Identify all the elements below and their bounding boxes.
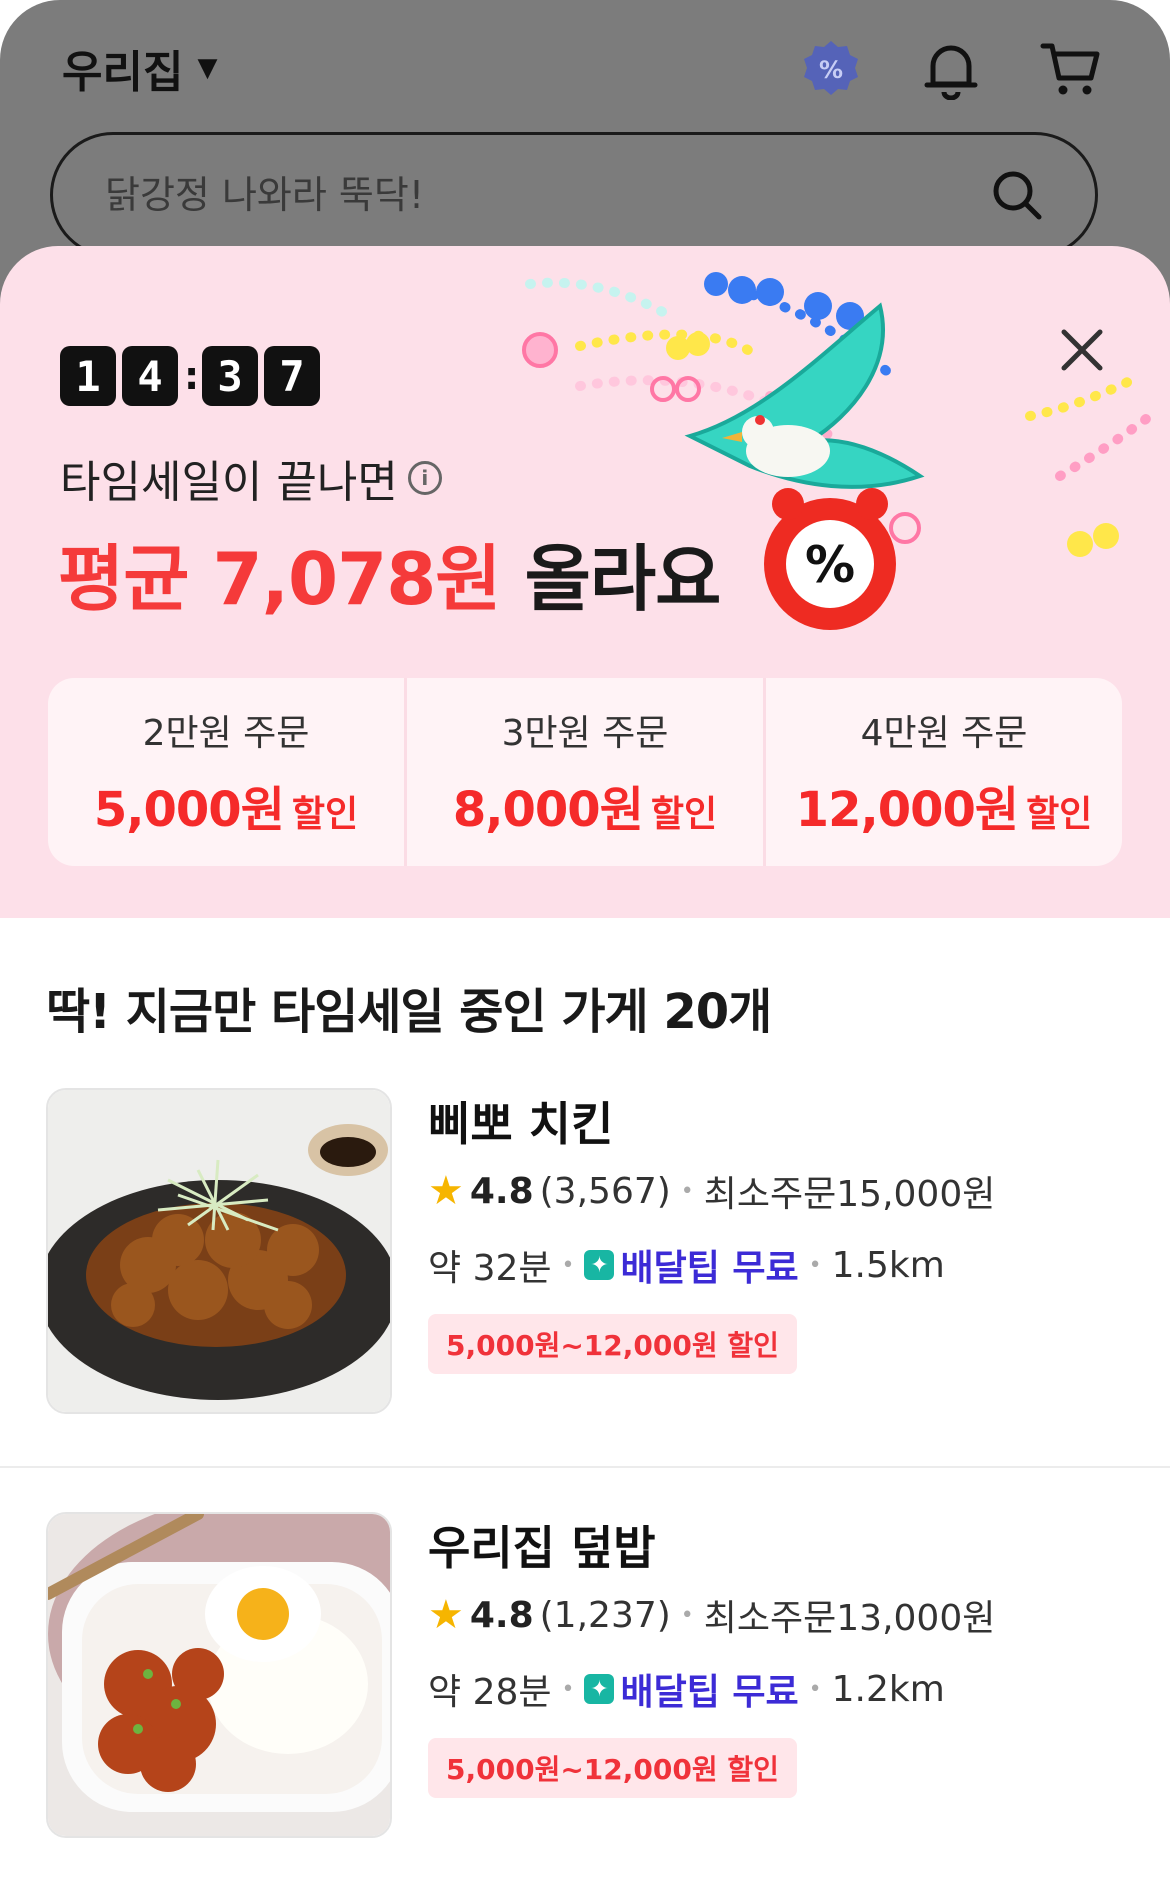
store-meta-row: ★ 4.8 (3,567) • 최소주문15,000원 xyxy=(428,1160,995,1222)
info-icon[interactable]: i xyxy=(407,461,442,495)
discount-badge: 5,000원~12,000원 할인 xyxy=(428,1738,797,1798)
bell-icon[interactable] xyxy=(916,34,986,104)
search-bar[interactable] xyxy=(50,132,1098,258)
discount-tiers: 2만원 주문 5,000원 할인 3만원 주문 8,000원 할인 4만원 주문 1… xyxy=(48,678,1122,866)
tier-amount: 5,000원 xyxy=(93,782,285,838)
caret-down-icon: ▼ xyxy=(197,53,218,83)
store-review-count: (1,237) xyxy=(539,1594,671,1636)
tier-amount: 12,000원 xyxy=(795,782,1019,838)
svg-text:%: % xyxy=(805,536,855,594)
sale-headline: 평균 7,078원 올라요 xyxy=(58,520,722,625)
tier-suffix: 할인 xyxy=(291,794,359,835)
store-rating: 4.8 xyxy=(469,1594,534,1636)
tier-label: 2만원 주문 xyxy=(142,713,310,754)
separator-dot: • xyxy=(680,1602,694,1628)
discount-tier: 4만원 주문 12,000원 할인 xyxy=(766,678,1122,866)
star-icon: ★ xyxy=(428,1168,464,1214)
tier-amount: 8,000원 xyxy=(452,782,644,838)
close-button[interactable] xyxy=(1052,320,1112,380)
store-name: 삐뽀 치킨 xyxy=(428,1097,614,1151)
location-selector[interactable]: 우리집 ▼ xyxy=(62,36,217,100)
cart-icon[interactable] xyxy=(1036,34,1106,104)
store-min-order: 최소주문13,000원 xyxy=(703,1598,996,1639)
separator-dot: • xyxy=(561,1676,575,1702)
separator-dot: • xyxy=(808,1676,822,1702)
store-delivery-row: 약 32분 • ✦ 배달팁 무료 • 1.5km xyxy=(428,1234,995,1296)
separator-dot: • xyxy=(680,1178,694,1204)
store-review-count: (3,567) xyxy=(539,1170,671,1212)
store-info: 삐뽀 치킨 ★ 4.8 (3,567) • 최소주문15,000원 약 32분 … xyxy=(428,1088,995,1374)
location-label: 우리집 xyxy=(62,47,184,98)
store-card[interactable]: 우리집 덮밥 ★ 4.8 (1,237) • 최소주문13,000원 약 28분… xyxy=(0,1512,1170,1872)
free-delivery: ✦ 배달팁 무료 xyxy=(584,1663,799,1715)
store-meta-row: ★ 4.8 (1,237) • 최소주문13,000원 xyxy=(428,1584,995,1646)
headline-rest: 올라요 xyxy=(524,537,722,621)
timer-separator: : xyxy=(184,354,200,398)
tier-suffix: 할인 xyxy=(1026,794,1093,835)
store-thumbnail xyxy=(46,1512,392,1838)
store-distance: 1.2km xyxy=(831,1668,945,1710)
store-min-order: 최소주문15,000원 xyxy=(703,1174,996,1215)
tier-suffix: 할인 xyxy=(650,794,718,835)
svg-text:%: % xyxy=(819,56,843,84)
sale-subtitle-text: 타임세일이 끝나면 xyxy=(60,457,398,508)
store-delivery-row: 약 28분 • ✦ 배달팁 무료 • 1.2km xyxy=(428,1658,995,1720)
free-delivery-icon: ✦ xyxy=(584,1674,615,1704)
headline-price: 평균 7,078원 xyxy=(58,537,502,621)
countdown-timer: 1 4 : 3 7 xyxy=(60,346,320,406)
time-sale-sheet: % 1 4 : 3 7 타임세일이 끝나면 i 평균 7,078원 올라요 2만… xyxy=(0,246,1170,918)
store-card[interactable]: 삐뽀 치킨 ★ 4.8 (3,567) • 최소주문15,000원 약 32분 … xyxy=(0,1088,1170,1448)
timer-digit: 3 xyxy=(202,346,258,406)
store-rating: 4.8 xyxy=(469,1170,534,1212)
discount-tier: 2만원 주문 5,000원 할인 xyxy=(48,678,407,866)
star-icon: ★ xyxy=(428,1592,464,1638)
timer-digit: 7 xyxy=(264,346,320,406)
sale-subtitle: 타임세일이 끝나면 i xyxy=(60,446,442,510)
store-name: 우리집 덮밥 xyxy=(428,1521,656,1575)
store-delivery-time: 약 28분 xyxy=(428,1672,552,1713)
free-delivery: ✦ 배달팁 무료 xyxy=(584,1239,799,1291)
tier-label: 3만원 주문 xyxy=(501,713,669,754)
store-info: 우리집 덮밥 ★ 4.8 (1,237) • 최소주문13,000원 약 28분… xyxy=(428,1512,995,1798)
section-title: 딱! 지금만 타임세일 중인 가게 20개 xyxy=(46,984,772,1040)
store-thumbnail xyxy=(46,1088,392,1414)
timer-digit: 1 xyxy=(60,346,116,406)
free-delivery-icon: ✦ xyxy=(584,1250,615,1280)
timer-digit: 4 xyxy=(122,346,178,406)
store-delivery-time: 약 32분 xyxy=(428,1248,552,1289)
separator-dot: • xyxy=(561,1252,575,1278)
close-icon xyxy=(1061,329,1103,371)
free-delivery-label: 배달팁 무료 xyxy=(620,1248,799,1289)
separator-dot: • xyxy=(808,1252,822,1278)
discount-badge: 5,000원~12,000원 할인 xyxy=(428,1314,797,1374)
search-input[interactable] xyxy=(105,165,965,225)
tier-label: 4만원 주문 xyxy=(860,713,1028,754)
store-distance: 1.5km xyxy=(831,1244,945,1286)
coupon-badge-icon[interactable]: % xyxy=(796,34,866,104)
free-delivery-label: 배달팁 무료 xyxy=(620,1672,799,1713)
search-icon[interactable] xyxy=(989,167,1045,223)
list-divider xyxy=(0,1466,1170,1468)
discount-tier: 3만원 주문 8,000원 할인 xyxy=(407,678,766,866)
